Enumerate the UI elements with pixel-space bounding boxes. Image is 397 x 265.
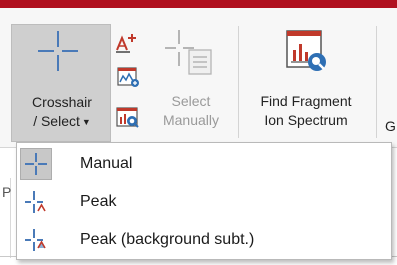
ribbon-separator xyxy=(238,26,239,138)
crosshair-manual-icon xyxy=(20,148,52,180)
menu-item-label: Peak (background subt.) xyxy=(80,231,255,248)
select-manually-button[interactable]: Select Manually xyxy=(149,24,233,142)
annotate-peak-button[interactable] xyxy=(114,30,142,56)
spectrum-search-icon xyxy=(116,107,139,128)
crosshair-icon xyxy=(38,31,78,71)
dropdown-arrow-icon: ▼ xyxy=(81,117,91,127)
crosshair-peak-icon xyxy=(20,186,52,218)
spectrum-search-button[interactable] xyxy=(114,104,142,130)
crosshair-select-button[interactable]: Crosshair / Select ▼ xyxy=(11,24,111,142)
find-fragment-ion-spectrum-label: Find Fragment Ion Spectrum xyxy=(260,93,352,128)
crosshair-peak-background-icon xyxy=(20,224,52,256)
title-bar xyxy=(0,0,397,8)
clipped-panel-text: P xyxy=(2,184,12,200)
add-spectrum-icon xyxy=(117,67,139,87)
add-spectrum-button[interactable] xyxy=(114,64,142,90)
clipped-ribbon-label: G xyxy=(385,118,396,134)
menu-item-peak[interactable]: Peak xyxy=(18,184,390,220)
select-manually-label: Select Manually xyxy=(162,93,220,128)
ribbon-separator xyxy=(376,26,377,138)
menu-item-peak-background-subt[interactable]: Peak (background subt.) xyxy=(18,222,390,258)
menu-item-manual[interactable]: Manual xyxy=(18,146,390,182)
crosshair-mode-dropdown: Manual Peak Peak (background subt.) xyxy=(16,142,392,260)
menu-item-label: Manual xyxy=(80,155,133,172)
crosshair-select-label: Crosshair / Select ▼ xyxy=(32,94,92,129)
select-manually-icon xyxy=(165,30,212,75)
annotate-peak-icon xyxy=(116,34,136,53)
find-fragment-spectrum-icon xyxy=(286,30,326,71)
menu-item-label: Peak xyxy=(80,193,117,210)
find-fragment-ion-spectrum-button[interactable]: Find Fragment Ion Spectrum xyxy=(241,24,371,142)
